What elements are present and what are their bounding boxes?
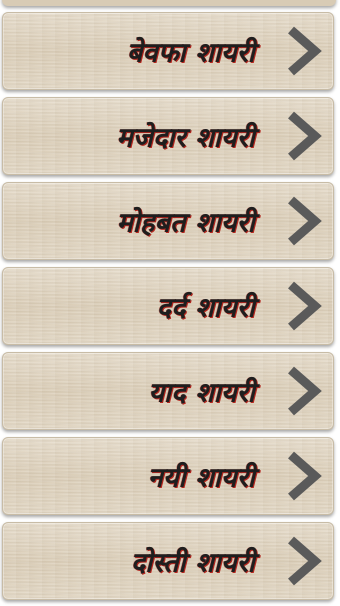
category-item-mohabat[interactable]: मोहबत शायरी — [2, 182, 334, 260]
category-label: मजेदार शायरी — [116, 122, 255, 154]
category-label: दर्द शायरी — [156, 292, 255, 324]
category-list: बेवफा शायरी मजेदार शायरी मोहबत शायरी दर्… — [0, 0, 340, 606]
partially-hidden-list-item[interactable] — [2, 0, 336, 6]
chevron-right-icon — [285, 111, 323, 161]
chevron-right-icon — [285, 196, 323, 246]
category-label: मोहबत शायरी — [116, 207, 255, 239]
category-item-dard[interactable]: दर्द शायरी — [2, 267, 334, 345]
category-item-dosti[interactable]: दोस्ती शायरी — [2, 522, 334, 600]
chevron-right-icon — [285, 26, 323, 76]
category-label: याद शायरी — [148, 377, 255, 409]
chevron-right-icon — [285, 281, 323, 331]
chevron-right-icon — [285, 451, 323, 501]
category-label: नयी शायरी — [147, 462, 255, 494]
category-label: दोस्ती शायरी — [130, 547, 255, 579]
category-item-nayi[interactable]: नयी शायरी — [2, 437, 334, 515]
category-item-bewafa[interactable]: बेवफा शायरी — [2, 12, 334, 90]
chevron-right-icon — [285, 536, 323, 586]
chevron-right-icon — [285, 366, 323, 416]
category-item-yaad[interactable]: याद शायरी — [2, 352, 334, 430]
category-item-majedar[interactable]: मजेदार शायरी — [2, 97, 334, 175]
category-label: बेवफा शायरी — [126, 37, 255, 69]
